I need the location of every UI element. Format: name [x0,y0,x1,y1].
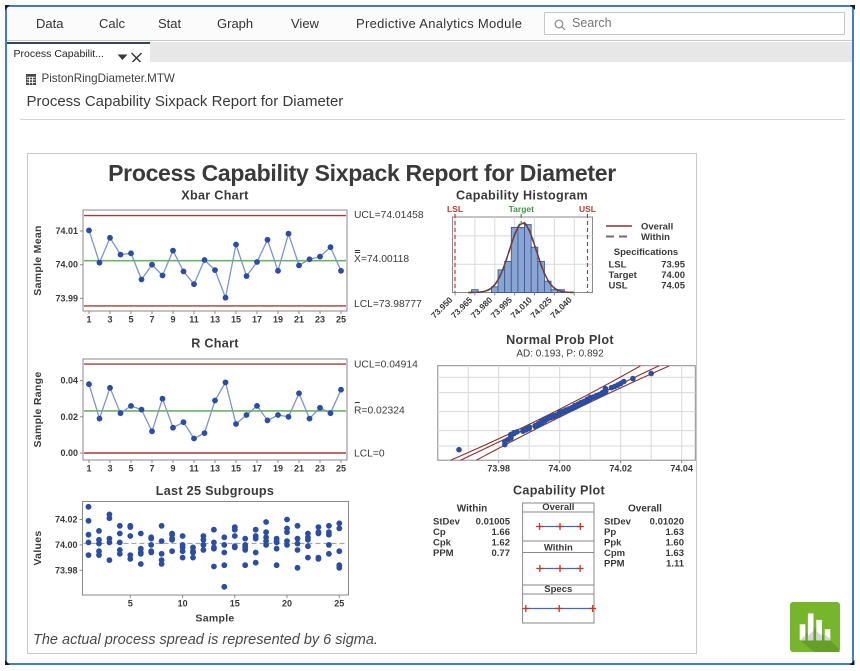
svg-text:25: 25 [336,464,346,474]
svg-text:Xbar Chart: Xbar Chart [181,189,249,203]
svg-text:UCL=0.04914: UCL=0.04914 [354,360,418,371]
svg-text:USL: USL [579,204,596,214]
svg-text:74.02: 74.02 [55,515,78,525]
svg-text:Target: Target [509,204,535,214]
svg-text:LCL=73.98777: LCL=73.98777 [354,299,422,310]
svg-text:PPM: PPM [433,548,454,559]
svg-text:74.05: 74.05 [661,281,685,292]
svg-text:1.63: 1.63 [666,527,685,538]
svg-text:0.01005: 0.01005 [476,517,511,528]
svg-text:15: 15 [231,315,241,325]
svg-text:15: 15 [231,464,241,474]
svg-text:15: 15 [230,599,240,609]
svg-text:7: 7 [149,464,154,474]
svg-text:Sample Mean: Sample Mean [32,225,44,295]
svg-text:Within: Within [641,232,670,243]
svg-text:0.77: 0.77 [492,548,511,559]
svg-text:13: 13 [210,315,220,325]
svg-text:73.98: 73.98 [55,565,78,575]
svg-text:StDev: StDev [433,517,461,528]
svg-text:0.00: 0.00 [60,448,78,458]
svg-text:9: 9 [170,464,175,474]
svg-text:74.00: 74.00 [55,540,78,550]
svg-text:73.98: 73.98 [487,464,510,474]
svg-text:1.66: 1.66 [492,527,511,538]
svg-text:Cpm: Cpm [604,548,625,559]
svg-text:Capability Plot: Capability Plot [513,484,605,498]
svg-text:R Chart: R Chart [191,337,239,351]
svg-text:10: 10 [178,599,188,609]
svg-text:23: 23 [315,464,325,474]
svg-text:74.01: 74.01 [55,226,78,236]
svg-text:13: 13 [210,464,220,474]
svg-text:17: 17 [252,315,262,325]
svg-text:UCL=74.01458: UCL=74.01458 [354,210,424,221]
svg-text:25: 25 [336,315,346,325]
svg-text:7: 7 [149,315,154,325]
svg-text:74.04: 74.04 [670,464,693,474]
svg-text:USL: USL [609,281,628,292]
svg-text:LSL: LSL [447,204,463,214]
svg-text:Values: Values [32,530,44,565]
svg-text:X=74.00118: X=74.00118 [354,254,409,265]
svg-text:19: 19 [273,464,283,474]
svg-text:74.02: 74.02 [609,464,632,474]
svg-text:9: 9 [170,315,175,325]
svg-text:23: 23 [315,315,325,325]
svg-text:0.01020: 0.01020 [650,517,684,528]
svg-text:3: 3 [107,315,112,325]
svg-text:17: 17 [252,464,262,474]
svg-text:LSL: LSL [609,260,627,271]
svg-text:3: 3 [107,464,112,474]
svg-text:StDev: StDev [604,517,632,528]
svg-text:Within: Within [544,543,573,554]
svg-text:Capability Histogram: Capability Histogram [456,189,588,203]
svg-text:PPM: PPM [604,559,625,570]
svg-text:Pp: Pp [604,527,616,538]
svg-text:1.62: 1.62 [492,538,511,549]
svg-text:Specs: Specs [544,584,572,595]
svg-text:11: 11 [189,464,199,474]
svg-text:74.00: 74.00 [55,260,78,270]
svg-text:Cpk: Cpk [433,538,452,549]
svg-text:0.02: 0.02 [60,412,78,422]
svg-text:Last 25 Subgroups: Last 25 Subgroups [156,484,274,498]
svg-text:21: 21 [294,315,304,325]
svg-text:5: 5 [128,315,133,325]
svg-text:21: 21 [294,464,304,474]
svg-text:1: 1 [86,315,91,325]
svg-text:11: 11 [189,315,199,325]
svg-text:Within: Within [457,504,487,515]
svg-text:Sample: Sample [195,613,234,625]
svg-text:1: 1 [86,464,91,474]
svg-text:1.63: 1.63 [666,548,685,559]
svg-text:Overall: Overall [641,222,673,233]
svg-text:Target: Target [609,270,638,281]
svg-text:25: 25 [334,599,344,609]
svg-text:Specifications: Specifications [614,247,678,258]
svg-text:Overall: Overall [542,502,574,513]
svg-text:0.04: 0.04 [60,376,78,386]
svg-text:Ppk: Ppk [604,538,622,549]
svg-text:Cp: Cp [433,527,446,538]
svg-text:LCL=0: LCL=0 [354,449,385,460]
svg-text:1.60: 1.60 [666,538,685,549]
svg-text:Normal Prob Plot: Normal Prob Plot [506,333,614,347]
svg-text:R=0.02324: R=0.02324 [354,406,405,417]
svg-text:1.11: 1.11 [666,559,685,570]
svg-text:AD: 0.193, P: 0.892: AD: 0.193, P: 0.892 [516,349,604,360]
svg-text:74.040: 74.040 [548,295,574,321]
svg-text:73.95: 73.95 [661,260,685,271]
svg-text:19: 19 [273,315,283,325]
svg-text:20: 20 [282,599,292,609]
svg-text:74.00: 74.00 [661,270,685,281]
svg-text:5: 5 [128,599,133,609]
svg-text:73.99: 73.99 [55,293,78,303]
svg-text:74.00: 74.00 [548,464,571,474]
svg-text:Sample Range: Sample Range [32,372,44,448]
svg-text:Overall: Overall [628,504,662,515]
svg-text:5: 5 [128,464,133,474]
